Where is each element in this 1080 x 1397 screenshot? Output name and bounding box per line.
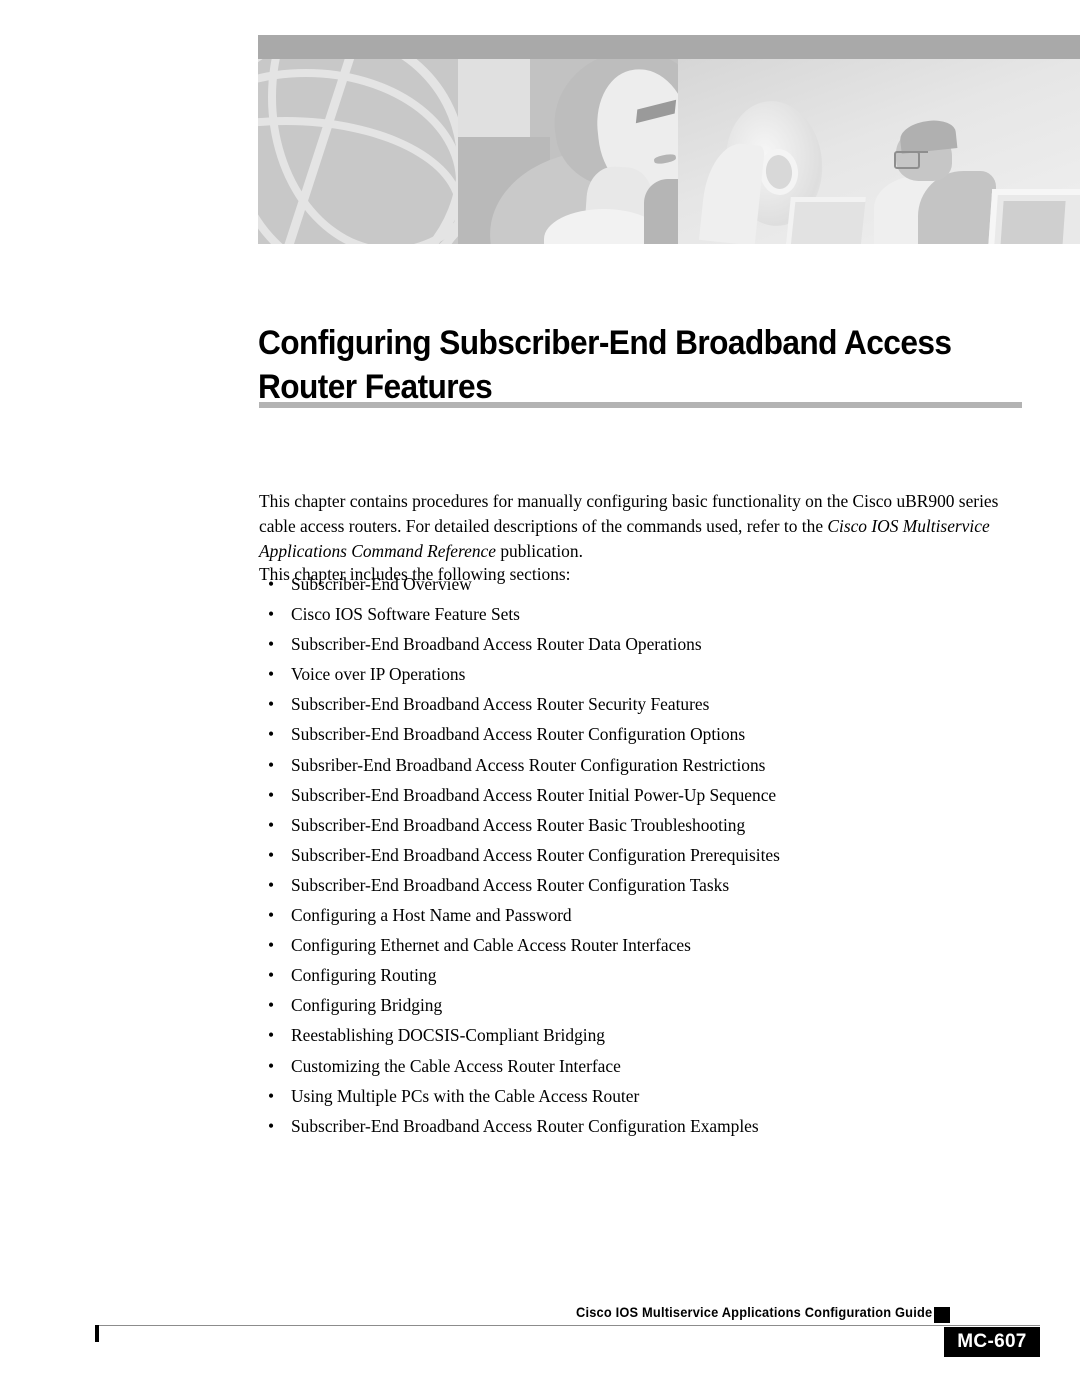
sections-list: • Subscriber-End Overview • Cisco IOS Softw… [259,573,1027,1145]
list-item-label: Subscriber-End Broadband Access Router B… [291,814,746,835]
bullet-marker-icon: • [268,754,275,775]
list-item-label: Cisco IOS Software Feature Sets [291,604,520,625]
list-item-label: Configuring Routing [291,965,437,986]
bullet-marker-icon: • [268,634,275,655]
list-item[interactable]: • Subsriber-End Broadband Access Router C… [259,754,1027,784]
bullet-marker-icon: • [268,784,275,805]
woman-portrait-illustration [458,59,678,244]
bullet-marker-icon: • [268,814,275,835]
list-item-label: Subscriber-End Broadband Access Router C… [291,724,746,745]
list-item-label: Subscriber-End Broadband Access Router I… [291,784,777,805]
banner-top-strip [258,35,1080,59]
bullet-marker-icon: • [268,844,275,865]
list-item[interactable]: • Using Multiple PCs with the Cable Acces… [259,1085,1027,1115]
bullet-marker-icon: • [268,1085,275,1106]
office-scene-illustration [678,59,1080,244]
list-item[interactable]: • Configuring Bridging [259,994,1027,1024]
list-item[interactable]: • Voice over IP Operations [259,663,1027,693]
list-item-label: Configuring a Host Name and Password [291,905,572,926]
bullet-marker-icon: • [268,935,275,956]
title-divider [259,402,1022,408]
list-item[interactable]: • Subscriber-End Broadband Access Router … [259,814,1027,844]
list-item[interactable]: • Subscriber-End Broadband Access Router … [259,1115,1027,1145]
list-item-label: Configuring Ethernet and Cable Access Ro… [291,935,691,956]
list-item[interactable]: • Subscriber-End Broadband Access Router … [259,844,1027,874]
bullet-marker-icon: • [268,694,275,715]
bullet-marker-icon: • [268,1025,275,1046]
monitor-right-screen [1000,201,1066,244]
list-item-label: Configuring Bridging [291,995,443,1016]
list-item-label: Voice over IP Operations [291,664,466,685]
list-item-label: Customizing the Cable Access Router Inte… [291,1055,621,1076]
footer-square-marker [934,1307,950,1323]
list-item-label: Subscriber-End Broadband Access Router C… [291,874,730,895]
list-item[interactable]: • Subscriber-End Broadband Access Router … [259,633,1027,663]
list-item-label: Subscriber-End Broadband Access Router C… [291,844,780,865]
banner-image-body [258,59,1080,244]
list-item-label: Subscriber-End Broadband Access Router C… [291,1115,759,1136]
bullet-marker-icon: • [268,905,275,926]
footer-divider [95,1325,1040,1326]
bullet-marker-icon: • [268,874,275,895]
list-item-label: Subscriber-End Broadband Access Router S… [291,694,710,715]
list-item-label: Subscriber-End Broadband Access Router D… [291,634,702,655]
list-item-label: Subsriber-End Broadband Access Router Co… [291,754,766,775]
intro-text-tail: publication. [495,540,583,561]
bullet-marker-icon: • [268,664,275,685]
list-item[interactable]: • Reestablishing DOCSIS-Compliant Bridgin… [259,1024,1027,1054]
list-item[interactable]: • Configuring a Host Name and Password [259,904,1027,934]
woman-shoulder [644,179,678,244]
list-item[interactable]: • Configuring Ethernet and Cable Access R… [259,934,1027,964]
list-item[interactable]: • Subscriber-End Broadband Access Router … [259,693,1027,723]
bullet-marker-icon: • [268,1055,275,1076]
list-item[interactable]: • Subscriber-End Broadband Access Router … [259,874,1027,904]
bullet-marker-icon: • [268,1115,275,1136]
page-number-badge: MC-607 [944,1327,1040,1357]
monitor-left [785,197,866,244]
footer-left-tick [95,1325,99,1342]
list-item-label: Reestablishing DOCSIS-Compliant Bridging [291,1025,605,1046]
bullet-marker-icon: • [268,604,275,625]
page-title: Configuring Subscriber-End Broadband Acc… [258,323,952,406]
footer-guide-title: Cisco IOS Multiservice Applications Conf… [576,1305,933,1320]
bullet-marker-icon: • [268,995,275,1016]
list-item[interactable]: • Cisco IOS Software Feature Sets [259,603,1027,633]
list-item[interactable]: • Subscriber-End Broadband Access Router … [259,784,1027,814]
list-item[interactable]: • Subscriber-End Broadband Access Router … [259,723,1027,753]
intro-paragraph: This chapter contains procedures for man… [259,489,1027,563]
list-item[interactable]: • Configuring Routing [259,964,1027,994]
list-item[interactable]: • Subscriber-End Overview [259,573,1027,603]
list-item[interactable]: • Customizing the Cable Access Router Int… [259,1055,1027,1085]
bullet-marker-icon: • [268,724,275,745]
bullet-marker-icon: • [268,574,275,594]
bullet-marker-icon: • [268,965,275,986]
list-item-label: Subscriber-End Overview [291,574,472,594]
globe-wireframe-icon [258,59,458,244]
chapter-banner-artwork [258,35,1080,244]
eyeglasses-temple [916,151,928,165]
background-block [458,59,530,139]
list-item-label: Using Multiple PCs with the Cable Access… [291,1085,640,1106]
